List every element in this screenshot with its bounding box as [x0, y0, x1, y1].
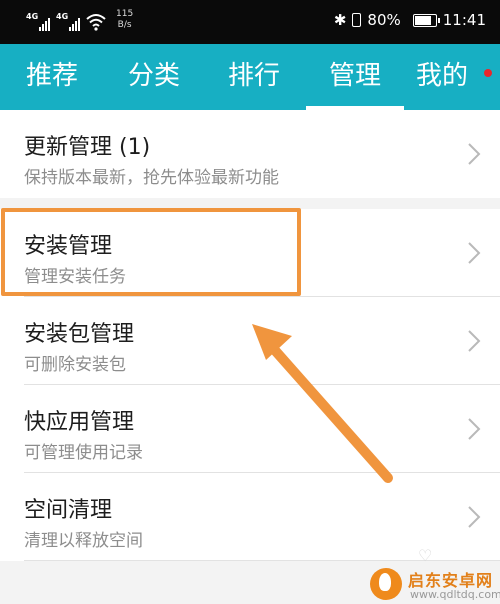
battery-percent: 80%	[367, 11, 401, 29]
list-item-update-management[interactable]: 更新管理 (1) 保持版本最新，抢先体验最新功能	[0, 110, 500, 198]
status-bar: 4G 4G 115 B/s ✱ 80% 11:41	[0, 0, 500, 44]
tab-recommend[interactable]: 推荐	[10, 44, 94, 110]
watermark-logo	[370, 568, 402, 600]
list-item-title: 快应用管理	[24, 410, 135, 435]
wifi-icon	[86, 14, 106, 31]
bluetooth-icon: ✱	[333, 11, 347, 29]
status-left: 4G 4G 115 B/s	[26, 9, 133, 31]
clock: 11:41	[442, 11, 486, 29]
list-item-subtitle: 可管理使用记录	[24, 443, 143, 463]
signal-icon: 4G	[56, 13, 80, 31]
network-speed: 115 B/s	[116, 9, 133, 31]
tab-bar: 推荐 分类 排行 管理 我的	[0, 44, 500, 110]
sim1-label: 4G	[26, 12, 39, 21]
heart-icon: ♡	[418, 546, 433, 565]
network-speed-value: 115	[116, 9, 134, 19]
vibrate-icon	[352, 13, 362, 27]
sim2-label: 4G	[56, 12, 69, 21]
list-item-subtitle: 清理以释放空间	[24, 531, 143, 551]
signal-icon: 4G	[26, 13, 50, 31]
list-item-quick-app-management[interactable]: 快应用管理 可管理使用记录	[0, 385, 500, 473]
update-section: 更新管理 (1) 保持版本最新，抢先体验最新功能	[0, 110, 500, 198]
tab-manage[interactable]: 管理	[306, 44, 404, 110]
chevron-right-icon	[468, 242, 481, 264]
list-item-package-management[interactable]: 安装包管理 可删除安装包	[0, 297, 500, 385]
notification-badge	[484, 69, 492, 77]
highlight-box	[1, 208, 301, 296]
tab-mine[interactable]: 我的	[416, 44, 500, 110]
tab-categories[interactable]: 分类	[112, 44, 196, 110]
list-item-title: 空间清理	[24, 498, 113, 523]
list-item-subtitle: 保持版本最新，抢先体验最新功能	[24, 168, 279, 188]
status-right: ✱ 80% 11:41	[334, 11, 486, 29]
list-item-subtitle: 可删除安装包	[24, 355, 126, 375]
chevron-right-icon	[468, 330, 481, 352]
chevron-right-icon	[468, 506, 481, 528]
chevron-right-icon	[468, 143, 481, 165]
watermark-url: www.qdltdq.com	[410, 588, 500, 601]
list-item-title: 更新管理 (1)	[24, 135, 151, 160]
chevron-right-icon	[468, 418, 481, 440]
tab-rankings[interactable]: 排行	[212, 44, 296, 110]
list-item-title: 安装包管理	[24, 322, 135, 347]
battery-icon	[412, 13, 440, 27]
watermark: 启东安卓网 www.qdltdq.com	[370, 566, 500, 604]
network-speed-unit: B/s	[117, 20, 132, 30]
